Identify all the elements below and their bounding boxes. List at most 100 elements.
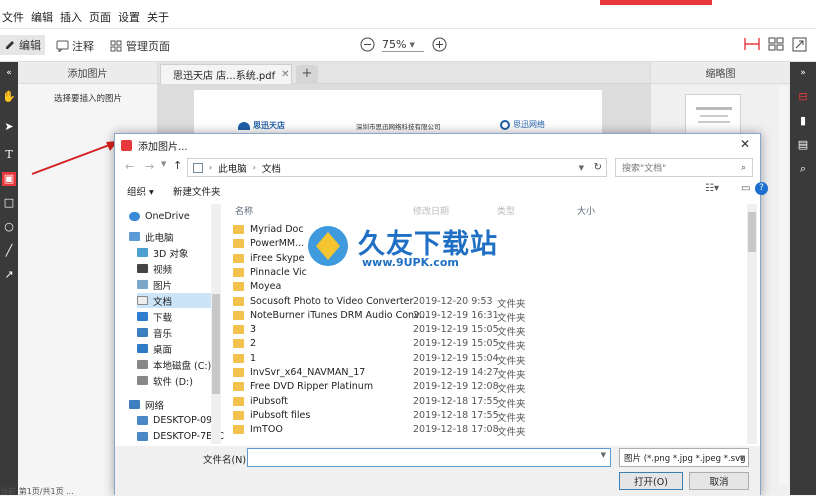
nav-drive-d[interactable]: 软件 (D:)	[137, 373, 193, 388]
file-row[interactable]: Socusoft Photo to Video Converter 2019-12…	[227, 296, 747, 310]
doc-company: 深圳市思迅网络科技有限公司	[356, 123, 441, 131]
breadcrumb-documents[interactable]: 文档	[262, 161, 281, 175]
menu-about[interactable]: 关于	[147, 9, 169, 25]
column-date[interactable]: 修改日期	[413, 204, 449, 217]
file-type-filter[interactable]: 图片 (*.png *.jpg *.jpeg *.svg ▼	[619, 448, 749, 467]
file-row[interactable]: 3 2019-12-19 15:05 文件夹	[227, 324, 747, 338]
nav-drive-c[interactable]: 本地磁盘 (C:)	[137, 357, 211, 372]
nav-desktop-09[interactable]: DESKTOP-09	[137, 413, 212, 428]
filename-input[interactable]: ▼	[247, 448, 611, 467]
organize-button[interactable]: 组织 ▾	[127, 184, 154, 198]
zoom-out-button[interactable]	[360, 37, 375, 52]
file-list-scrollbar[interactable]	[747, 204, 757, 444]
folder-icon	[233, 382, 244, 392]
file-name: iFree Skype	[250, 252, 305, 264]
file-row[interactable]: 2 2019-12-19 15:05 文件夹	[227, 338, 747, 352]
nav-videos[interactable]: 视频	[137, 261, 172, 276]
refresh-icon[interactable]: ↻	[594, 162, 602, 173]
back-arrow-icon[interactable]: ←	[125, 160, 134, 173]
file-row[interactable]: InvSvr_x64_NAVMAN_17 2019-12-19 14:27 文件夹	[227, 367, 747, 381]
line-tool-icon[interactable]: ╱	[2, 244, 16, 258]
nav-downloads[interactable]: 下载	[137, 309, 172, 324]
collapse-left-icon[interactable]: «	[2, 66, 16, 80]
nav-label: 图片	[153, 280, 173, 292]
nav-pictures[interactable]: 图片	[137, 277, 172, 292]
title-accent	[600, 0, 712, 5]
grid-view-button[interactable]	[768, 37, 784, 51]
close-icon[interactable]: ✕	[281, 69, 289, 80]
column-size[interactable]: 大小	[577, 204, 595, 217]
thumbnail-scrollbar[interactable]	[779, 86, 788, 486]
column-name[interactable]: 名称	[235, 204, 253, 217]
nav-music[interactable]: 音乐	[137, 325, 172, 340]
address-chevron-icon[interactable]: ▼	[579, 164, 584, 172]
menu-edit[interactable]: 编辑	[31, 9, 53, 25]
column-type[interactable]: 类型	[497, 204, 515, 217]
nav-scrollbar[interactable]	[211, 204, 221, 444]
arrow-tool-icon[interactable]: ↗	[2, 268, 16, 282]
file-list-scroll-thumb[interactable]	[748, 212, 756, 252]
file-row[interactable]: ImTOO 2019-12-18 17:08 文件夹	[227, 424, 747, 438]
nav-this-pc[interactable]: 此电脑	[129, 229, 174, 244]
select-arrow-icon[interactable]: ➤	[2, 120, 16, 134]
menu-settings[interactable]: 设置	[118, 9, 140, 25]
menu-page[interactable]: 页面	[89, 9, 111, 25]
main-toolbar: 编辑 注释 管理页面 75% ▼	[0, 28, 816, 62]
zoom-select[interactable]: 75% ▼	[382, 38, 424, 52]
nav-3d-objects[interactable]: 3D 对象	[137, 245, 188, 260]
nav-desktop[interactable]: 桌面	[137, 341, 172, 356]
comment-list-icon[interactable]: ▤	[796, 138, 810, 152]
recent-chevron-icon[interactable]: ▼	[161, 160, 166, 168]
help-icon[interactable]: ?	[755, 182, 768, 195]
address-bar[interactable]: › 此电脑 › 文档 ▼ ↻	[187, 158, 607, 177]
manage-pages-button[interactable]: 管理页面	[110, 38, 170, 54]
up-arrow-icon[interactable]: ↑	[173, 159, 182, 172]
text-tool-icon[interactable]: T	[2, 148, 16, 162]
cancel-button[interactable]: 取消	[689, 472, 749, 490]
file-row[interactable]: Free DVD Ripper Platinum 2019-12-19 12:08…	[227, 381, 747, 395]
zoom-in-button[interactable]	[432, 37, 447, 52]
nav-network[interactable]: 网络	[129, 397, 164, 412]
file-type: 文件夹	[497, 427, 526, 439]
edit-tool-button[interactable]: 编辑	[0, 35, 45, 55]
bookmark-icon[interactable]: ▮	[796, 114, 810, 128]
document-tab[interactable]: 思迅天店 店...系统.pdf ✕	[160, 64, 292, 84]
rectangle-tool-icon[interactable]: □	[2, 196, 16, 210]
image-tool-icon[interactable]: ▣	[2, 172, 16, 186]
fullscreen-button[interactable]	[792, 37, 807, 52]
search-icon[interactable]: ⌕	[796, 162, 810, 176]
view-options-icon[interactable]: ☷▾	[705, 183, 719, 194]
forward-arrow-icon[interactable]: →	[145, 160, 154, 173]
file-date: 2019-12-19 12:08	[413, 381, 499, 393]
file-name: Myriad Doc	[250, 224, 304, 235]
file-row[interactable]: 1 2019-12-19 15:04 文件夹	[227, 353, 747, 367]
file-row[interactable]: NoteBurner iTunes DRM Audio Conv... 2019-…	[227, 310, 747, 324]
new-tab-button[interactable]: +	[296, 65, 318, 83]
folder-icon	[233, 253, 244, 263]
thumbnail-view-icon[interactable]: ⊟	[796, 90, 810, 104]
open-button[interactable]: 打开(O)	[619, 472, 683, 490]
ellipse-tool-icon[interactable]: ○	[2, 220, 16, 234]
menu-insert[interactable]: 插入	[60, 9, 82, 25]
breadcrumb-this-pc[interactable]: 此电脑	[218, 161, 247, 175]
hand-tool-icon[interactable]: ✋	[2, 90, 16, 104]
file-row[interactable]: iPubsoft 2019-12-18 17:55 文件夹	[227, 396, 747, 410]
file-row[interactable]: Moyea	[227, 281, 747, 295]
menu-file[interactable]: 文件	[2, 9, 24, 25]
file-row[interactable]: iPubsoft files 2019-12-18 17:55 文件夹	[227, 410, 747, 424]
dialog-close-icon[interactable]: ✕	[740, 137, 750, 151]
annotate-button[interactable]: 注释	[56, 38, 94, 54]
filename-chevron-icon[interactable]: ▼	[601, 451, 606, 459]
document-icon	[137, 296, 148, 305]
search-input[interactable]: 搜索"文档" ⌕	[615, 158, 753, 177]
folder-icon	[233, 353, 244, 363]
collapse-right-icon[interactable]: »	[796, 66, 810, 80]
preview-pane-icon[interactable]: ▭	[741, 183, 750, 194]
file-name: NoteBurner iTunes DRM Audio Conv...	[250, 309, 428, 321]
new-folder-button[interactable]: 新建文件夹	[173, 184, 221, 198]
nav-documents[interactable]: 文档	[137, 293, 213, 308]
add-image-panel-header: 添加图片	[18, 62, 157, 84]
fit-width-button[interactable]	[744, 37, 760, 51]
nav-scroll-thumb[interactable]	[212, 294, 220, 394]
nav-onedrive[interactable]: OneDrive	[129, 209, 190, 224]
